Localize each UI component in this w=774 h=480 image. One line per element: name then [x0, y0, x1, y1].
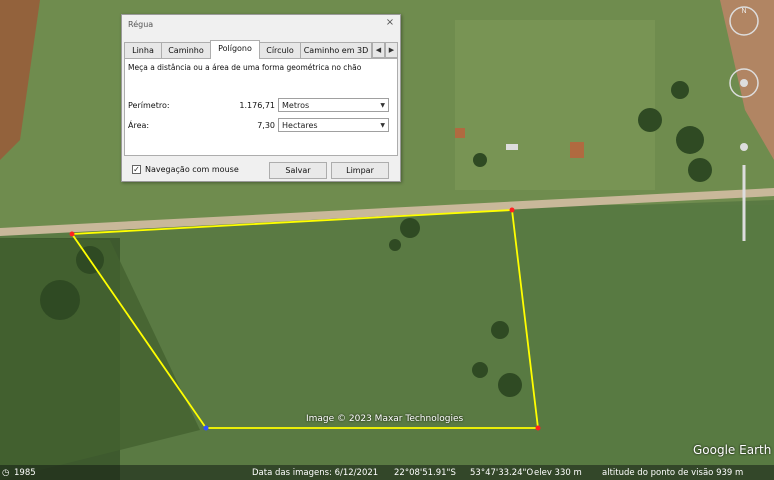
- perimeter-value: 1.176,71: [239, 101, 275, 110]
- svg-text:N: N: [741, 8, 746, 15]
- polygon-vertex[interactable]: [69, 231, 75, 237]
- polygon-vertex[interactable]: [509, 207, 515, 213]
- mouse-navigation-checkbox[interactable]: ✓: [132, 165, 141, 174]
- area-label: Área:: [128, 121, 150, 130]
- perimeter-label: Perímetro:: [128, 101, 170, 110]
- latitude: 22°08'51.91"S: [394, 468, 456, 478]
- chevron-down-icon: ▼: [380, 102, 385, 109]
- perimeter-unit-value: Metros: [282, 101, 310, 110]
- mouse-navigation-label: Navegação com mouse: [145, 165, 239, 174]
- polygon-panel: Meça a distância ou a área de uma forma …: [124, 58, 398, 156]
- clock-icon[interactable]: ◷: [2, 468, 9, 478]
- tab-scroll-right-icon[interactable]: ▶: [385, 42, 398, 58]
- dialog-title: Régua: [128, 20, 154, 29]
- tab-scroll-left-icon[interactable]: ◀: [372, 42, 385, 58]
- historical-year: 1985: [14, 468, 36, 478]
- area-unit-value: Hectares: [282, 121, 318, 130]
- close-icon[interactable]: ×: [384, 17, 396, 29]
- status-bar: ◷ 1985 Data das imagens: 6/12/2021 22°08…: [0, 465, 774, 480]
- ruler-dialog: Régua × Linha Caminho Polígono Círculo C…: [121, 14, 401, 182]
- tab-caminho[interactable]: Caminho: [161, 42, 211, 58]
- area-value: 7,30: [257, 121, 275, 130]
- dialog-footer: ✓ Navegação com mouse Salvar Limpar: [124, 159, 396, 179]
- polygon-vertex[interactable]: [535, 425, 541, 431]
- tab-poligono[interactable]: Polígono: [210, 40, 260, 59]
- image-date: Data das imagens: 6/12/2021: [252, 468, 379, 478]
- panel-description: Meça a distância ou a área de uma forma …: [128, 63, 362, 72]
- chevron-down-icon: ▼: [380, 122, 385, 129]
- save-button[interactable]: Salvar: [269, 162, 327, 179]
- longitude: 53°47'33.24"O: [470, 468, 534, 478]
- tab-linha[interactable]: Linha: [124, 42, 162, 58]
- pegman-icon[interactable]: [740, 143, 748, 151]
- perimeter-unit-select[interactable]: Metros ▼: [278, 98, 389, 112]
- google-earth-logo: Google Earth: [693, 443, 772, 457]
- eye-altitude: altitude do ponto de visão 939 m: [602, 468, 744, 478]
- clear-button[interactable]: Limpar: [331, 162, 389, 179]
- navigation-controls[interactable]: N: [716, 5, 772, 255]
- tab-circulo[interactable]: Círculo: [259, 42, 301, 58]
- elevation: elev 330 m: [534, 468, 582, 478]
- area-unit-select[interactable]: Hectares ▼: [278, 118, 389, 132]
- polygon-vertex[interactable]: [203, 425, 209, 431]
- tab-bar: Linha Caminho Polígono Círculo Caminho e…: [124, 40, 398, 59]
- tab-caminho-3d[interactable]: Caminho em 3D: [300, 42, 372, 58]
- image-credit: Image © 2023 Maxar Technologies: [306, 414, 464, 424]
